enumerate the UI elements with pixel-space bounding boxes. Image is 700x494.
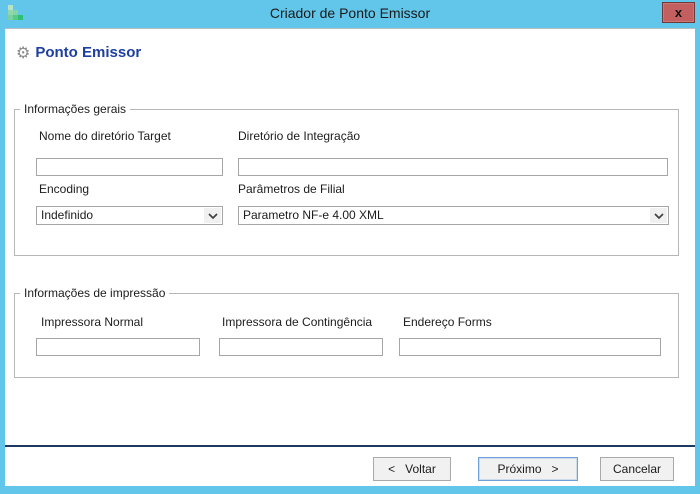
chevron-down-icon [204, 208, 221, 223]
label-impressora-contingencia: Impressora de Contingência [222, 315, 373, 329]
label-diretorio-integracao: Diretório de Integração [238, 129, 361, 143]
dialog-content: ⚙ Ponto Emissor Informações gerais Nome … [5, 28, 695, 486]
input-impressora-contingencia[interactable] [219, 338, 383, 356]
voltar-button[interactable]: < Voltar [373, 457, 451, 481]
cancelar-button[interactable]: Cancelar [600, 457, 674, 481]
window-title: Criador de Ponto Emissor [269, 5, 431, 21]
input-diretorio-integracao[interactable] [238, 158, 668, 176]
input-nome-diretorio-target[interactable] [36, 158, 223, 176]
chevron-down-icon [650, 208, 667, 223]
select-encoding[interactable]: Indefinido [36, 206, 223, 225]
label-encoding: Encoding [39, 182, 90, 196]
select-parametros-filial[interactable]: Parametro NF-e 4.00 XML [238, 206, 669, 225]
titlebar[interactable]: Criador de Ponto Emissor x [0, 0, 700, 28]
proximo-button[interactable]: Próximo > [478, 457, 578, 481]
group-informacoes-gerais: Informações gerais Nome do diretório Tar… [14, 102, 679, 256]
group-legend-impressao: Informações de impressão [20, 286, 170, 300]
dialog-window: Criador de Ponto Emissor x ⚙ Ponto Emiss… [0, 0, 700, 494]
footer-separator [5, 445, 695, 447]
label-impressora-normal: Impressora Normal [41, 315, 144, 329]
page-title: Ponto Emissor [35, 44, 142, 61]
input-impressora-normal[interactable] [36, 338, 200, 356]
close-button[interactable]: x [662, 2, 695, 23]
group-informacoes-impressao: Informações de impressão Impressora Norm… [14, 286, 679, 378]
select-encoding-value: Indefinido [41, 208, 94, 222]
select-parametros-filial-value: Parametro NF-e 4.00 XML [243, 208, 384, 222]
gear-icon: ⚙ [16, 42, 31, 62]
group-legend-gerais: Informações gerais [20, 102, 131, 116]
page-header: ⚙ Ponto Emissor [16, 44, 141, 61]
label-parametros-filial: Parâmetros de Filial [238, 182, 345, 196]
label-nome-diretorio-target: Nome do diretório Target [39, 129, 171, 143]
label-endereco-forms: Endereço Forms [403, 315, 492, 329]
input-endereco-forms[interactable] [399, 338, 661, 356]
